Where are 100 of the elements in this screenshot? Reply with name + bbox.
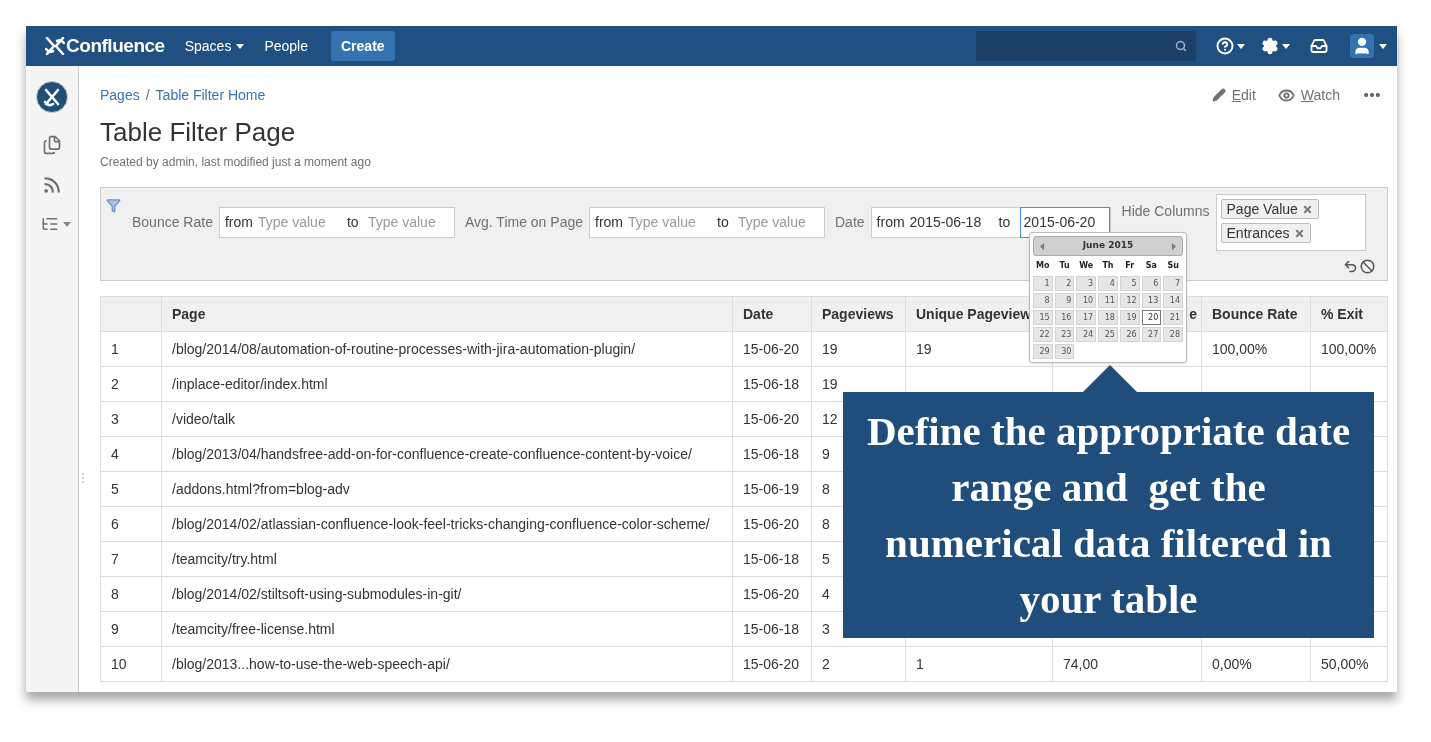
callout-pointer	[1082, 365, 1138, 393]
calendar-day[interactable]: 19	[1119, 310, 1140, 325]
calendar-day[interactable]: 30	[1054, 344, 1075, 359]
calendar-day[interactable]: 9	[1054, 293, 1075, 308]
table-cell: 15-06-20	[732, 506, 812, 542]
clear-icon[interactable]	[1360, 259, 1375, 274]
remove-icon[interactable]	[1293, 227, 1305, 239]
help-menu[interactable]	[1216, 37, 1245, 55]
calendar-day[interactable]: 27	[1141, 327, 1162, 342]
search-icon	[1175, 40, 1187, 52]
table-cell: /video/talk	[161, 401, 733, 437]
weekday-label: Sa	[1144, 260, 1158, 272]
nav-menu-item[interactable]: Spaces	[184, 35, 245, 57]
calendar-day[interactable]: 18	[1098, 310, 1118, 325]
calendar-day[interactable]: 25	[1098, 327, 1118, 342]
calendar-day[interactable]: 3	[1076, 276, 1097, 291]
avatar-icon	[1352, 36, 1372, 56]
table-cell: 3	[100, 401, 162, 437]
calendar-day[interactable]: 23	[1054, 327, 1075, 342]
hide-columns-field[interactable]: Page Value Entrances	[1215, 194, 1366, 251]
remove-icon[interactable]	[1301, 203, 1313, 215]
hide-columns-label: Hide Columns	[1121, 202, 1210, 221]
calendar-day[interactable]: 26	[1119, 327, 1140, 342]
table-cell: 100,00%	[1310, 331, 1388, 367]
table-cell: 15-06-18	[732, 611, 812, 647]
pencil-icon	[1211, 88, 1226, 102]
calendar-day[interactable]: 4	[1098, 276, 1118, 291]
product-name: Confluence	[66, 33, 165, 58]
column-tag[interactable]: Page Value	[1220, 199, 1319, 219]
calendar-day[interactable]: 29	[1033, 344, 1053, 359]
weekday-label: Fr	[1124, 260, 1136, 272]
table-cell: 4	[100, 436, 162, 472]
column-header: Date	[732, 296, 812, 332]
calendar-day[interactable]: 16	[1054, 310, 1075, 325]
table-cell: 15-06-20	[732, 401, 812, 437]
table-cell: /blog/2014/02/stiltsoft-using-submodules-in-git/	[161, 576, 733, 612]
rss-feed-icon[interactable]	[42, 175, 62, 195]
inbox-icon[interactable]	[1310, 37, 1328, 55]
calendar-day[interactable]: 5	[1119, 276, 1140, 291]
calendar-day[interactable]: 2	[1054, 276, 1075, 291]
tree-icon	[41, 215, 59, 233]
table-cell: 15-06-20	[732, 646, 812, 682]
table-cell: 15-06-18	[732, 436, 812, 472]
pages-icon[interactable]	[42, 135, 62, 155]
calendar-day[interactable]: 21	[1163, 310, 1183, 325]
weekday-label: Mo	[1035, 260, 1051, 272]
breadcrumb-link[interactable]: Table Filter Home	[155, 84, 266, 106]
filter-label: Date	[835, 213, 865, 232]
table-cell: 15-06-18	[732, 541, 812, 577]
range-field[interactable]: from Type value to Type value	[218, 207, 455, 238]
user-menu[interactable]	[1350, 34, 1387, 58]
page-tree-menu[interactable]	[41, 215, 71, 233]
caret-icon	[1282, 43, 1290, 49]
calendar-day[interactable]: 12	[1119, 293, 1140, 308]
calendar-day[interactable]: 22	[1033, 327, 1053, 342]
calendar-day[interactable]: 1	[1033, 276, 1053, 291]
next-month-icon[interactable]	[1172, 242, 1176, 250]
breadcrumb-link[interactable]: Pages	[100, 84, 140, 106]
table-cell: /blog/2013...how-to-use-the-web-speech-api/	[161, 646, 733, 682]
table-cell: 0,00%	[1201, 646, 1311, 682]
reset-icon[interactable]	[1343, 259, 1358, 274]
table-cell: /addons.html?from=blog-adv	[161, 471, 733, 507]
settings-menu[interactable]	[1261, 37, 1290, 55]
page-title: Table Filter Page	[100, 116, 297, 148]
calendar-day[interactable]: 6	[1141, 276, 1162, 291]
table-cell: /blog/2013/04/handsfree-add-on-for-confluence-create-confluence-content-by-voice/	[161, 436, 733, 472]
column-header: % Exit	[1310, 296, 1388, 332]
table-cell: /blog/2014/08/automation-of-routine-processes-with-jira-automation-plugin/	[161, 331, 733, 367]
range-field[interactable]: from Type value to Type value	[589, 207, 825, 238]
calendar-day[interactable]: 11	[1098, 293, 1118, 308]
nav-menu-item[interactable]: People	[264, 35, 308, 57]
range-field[interactable]: from 2015-06-18 to 2015-06-20	[870, 207, 1111, 238]
calendar-day[interactable]: 20	[1141, 310, 1162, 325]
table-cell: 1	[905, 646, 1053, 682]
calendar-day[interactable]: 15	[1033, 310, 1053, 325]
table-cell: 15-06-19	[732, 471, 812, 507]
table-cell: 15-06-20	[732, 331, 812, 367]
column-header	[100, 296, 162, 332]
calendar-day[interactable]: 13	[1141, 293, 1162, 308]
watch-button[interactable]: Watch	[1277, 84, 1340, 106]
calendar-day[interactable]: 28	[1163, 327, 1183, 342]
calendar-day[interactable]: 17	[1076, 310, 1097, 325]
create-button[interactable]: Create	[331, 31, 395, 61]
calendar-day[interactable]: 14	[1163, 293, 1183, 308]
table-cell: 2	[811, 646, 906, 682]
calendar-day[interactable]: 8	[1033, 293, 1053, 308]
space-avatar-icon[interactable]	[36, 81, 68, 113]
calendar-day[interactable]: 7	[1163, 276, 1183, 291]
edit-button[interactable]: Edit	[1211, 84, 1256, 106]
column-tag[interactable]: Entrances	[1220, 223, 1311, 243]
calendar-day[interactable]: 10	[1076, 293, 1097, 308]
logo-icon	[45, 37, 65, 55]
breadcrumb-separator: /	[145, 85, 150, 105]
resize-handle-icon[interactable]	[82, 473, 84, 483]
table-cell: 8	[100, 576, 162, 612]
prev-month-icon[interactable]	[1040, 242, 1044, 250]
caret-icon	[1237, 43, 1245, 49]
table-cell: 9	[100, 611, 162, 647]
calendar-day[interactable]: 24	[1076, 327, 1097, 342]
search-field[interactable]	[976, 31, 1196, 61]
